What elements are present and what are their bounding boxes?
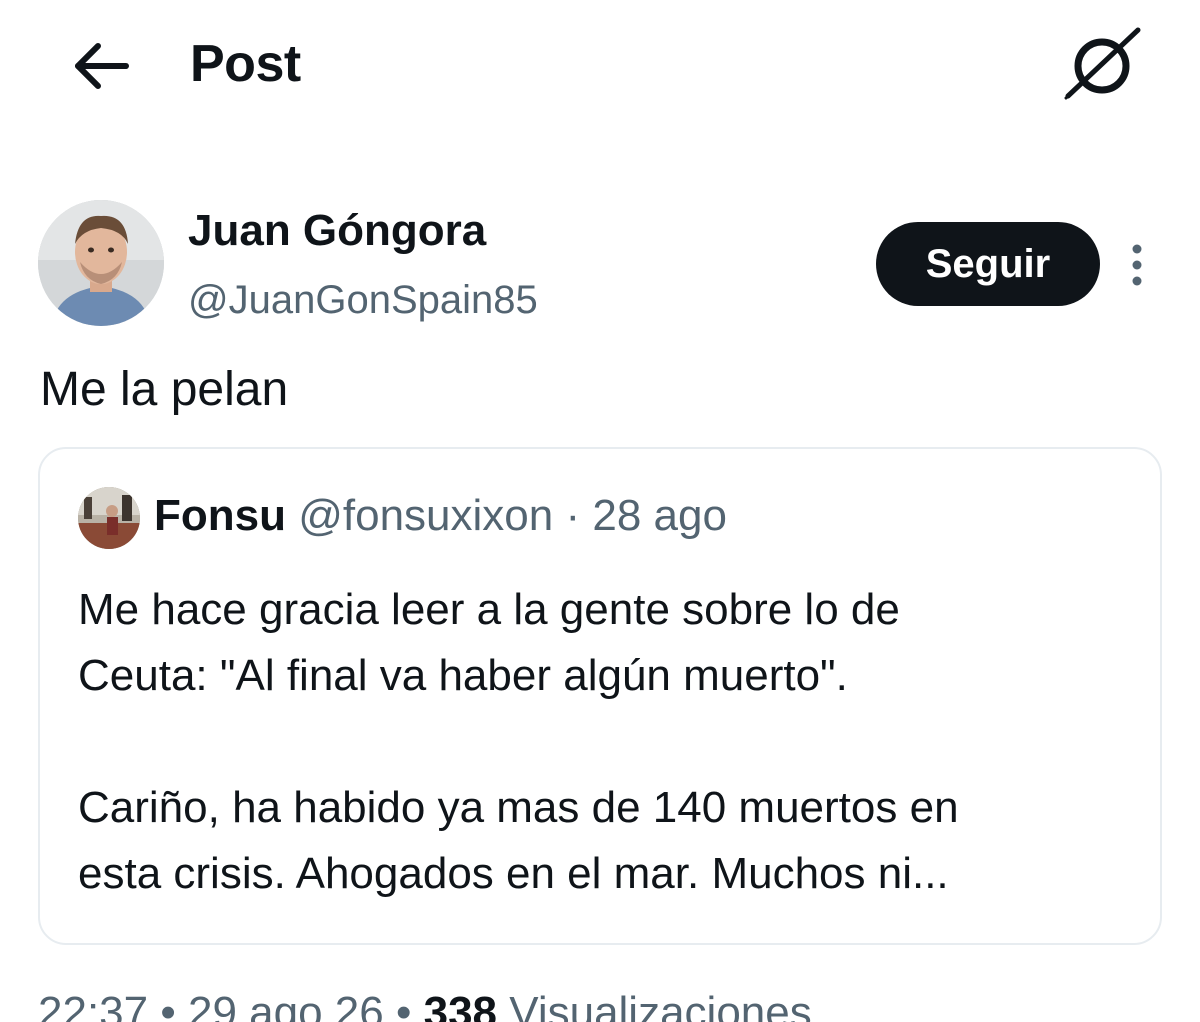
grok-icon [1064,27,1141,100]
quoted-text-line: Cariño, ha habido ya mas de 140 muertos … [78,783,959,832]
quoted-post-date: 28 ago [592,491,727,540]
arrow-left-icon [75,43,129,89]
top-bar: Post [0,0,1200,130]
author-handle[interactable]: @JuanGonSpain85 [188,278,538,323]
profile-photo-image [38,200,164,326]
post-screen: Post Juan Góngora @JuanGonSpain85 Seguir [0,0,1200,1022]
views-label: Visualizaciones [509,988,812,1022]
more-options-button[interactable] [1120,240,1154,290]
quoted-text-line: esta crisis. Ahogados en el mar. Muchos … [78,849,949,898]
quoted-post-card[interactable]: Fonsu @fonsuxixon · 28 ago Me hace graci… [38,447,1162,945]
quoted-author-avatar [78,487,140,549]
post-text: Me la pelan [40,363,289,416]
quoted-post-header: Fonsu @fonsuxixon · 28 ago [154,491,727,541]
grok-button[interactable] [1060,26,1144,102]
post-time[interactable]: 22:37 [38,988,148,1022]
views-count: 338 [423,988,498,1022]
quoted-author-name: Fonsu [154,491,286,540]
separator-dot: • [395,988,412,1022]
author-avatar[interactable] [38,200,164,326]
author-name[interactable]: Juan Góngora [188,206,486,256]
quoted-author-handle: @fonsuxixon [298,491,554,540]
more-vertical-icon [1132,244,1142,286]
quoted-text-line: Me hace gracia leer a la gente sobre lo … [78,585,900,634]
page-title: Post [190,35,301,93]
quoted-text-line: Ceuta: "Al final va haber algún muerto". [78,651,848,700]
separator-dot: · [565,491,581,540]
post-metadata: 22:37 • 29 ago 26 • 338 Visualizaciones [38,988,812,1022]
separator-dot: • [160,988,176,1022]
profile-photo-image [78,487,140,549]
quoted-post-text: Me hace gracia leer a la gente sobre lo … [78,577,1138,907]
back-button[interactable] [70,38,134,94]
post-date[interactable]: 29 ago 26 [188,988,384,1022]
follow-button[interactable]: Seguir [876,222,1100,306]
